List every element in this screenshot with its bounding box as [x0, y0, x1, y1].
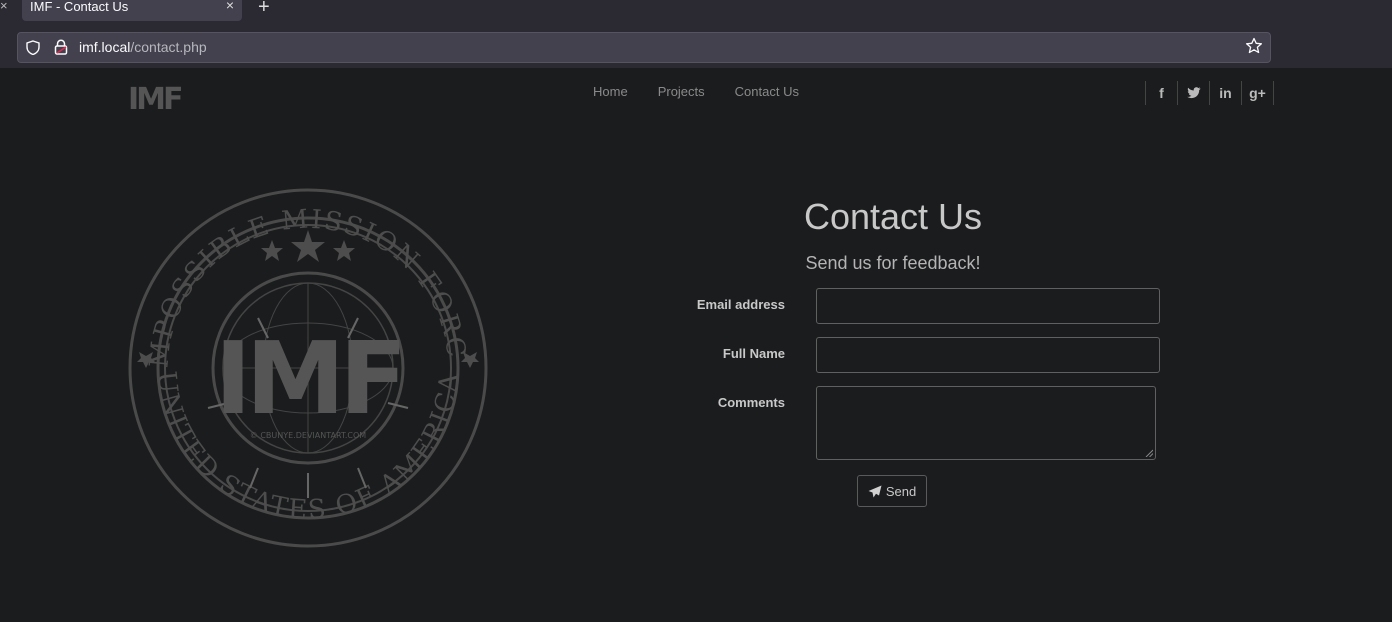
browser-toolbar: imf.local/contact.php [0, 26, 1392, 69]
twitter-icon[interactable] [1177, 81, 1209, 105]
emblem-watermark: © CBUNYE.DEVIANTART.COM [250, 431, 367, 440]
url-bar[interactable]: imf.local/contact.php [17, 32, 1271, 63]
main-nav: Home Projects Contact Us [593, 84, 829, 99]
site-page: IMF Home Projects Contact Us f in g+ IMP… [0, 68, 1392, 622]
nav-home[interactable]: Home [593, 84, 628, 99]
bookmark-star-icon[interactable] [1245, 37, 1263, 55]
resize-grip-icon[interactable] [1145, 449, 1153, 457]
comments-label: Comments [717, 395, 785, 410]
tab-title: IMF - Contact Us [30, 0, 129, 14]
new-tab-button[interactable]: + [258, 0, 270, 19]
paper-plane-icon [868, 485, 882, 497]
linkedin-icon[interactable]: in [1209, 81, 1241, 105]
tab-close-icon[interactable]: × [226, 0, 234, 13]
shield-icon[interactable] [26, 40, 40, 55]
facebook-icon[interactable]: f [1145, 81, 1177, 105]
url-path: /contact.php [130, 39, 207, 55]
prev-tab-close-icon[interactable]: × [0, 0, 12, 16]
social-links: f in g+ [1145, 81, 1274, 105]
send-button[interactable]: Send [857, 475, 927, 507]
tab-active[interactable]: IMF - Contact Us × [22, 0, 242, 21]
email-field[interactable] [816, 288, 1160, 324]
tab-strip: × IMF - Contact Us × + [0, 0, 1392, 26]
send-label: Send [885, 483, 917, 499]
nav-contact[interactable]: Contact Us [735, 84, 799, 99]
comments-textarea[interactable] [816, 386, 1156, 460]
emblem-center-text: IMF [214, 320, 401, 437]
page-subtitle: Send us for feedback! [805, 253, 981, 273]
email-label: Email address [696, 297, 785, 312]
lock-icon[interactable] [54, 39, 68, 55]
imf-emblem: IMPOSSIBLE MISSION FORCE UNITED STATES O… [128, 188, 488, 548]
page-title: Contact Us [803, 196, 983, 237]
google-plus-icon[interactable]: g+ [1241, 81, 1274, 105]
nav-projects[interactable]: Projects [658, 84, 705, 99]
url-host: imf.local [79, 39, 131, 55]
full-name-field[interactable] [816, 337, 1160, 373]
url-text[interactable]: imf.local/contact.php [79, 39, 207, 55]
site-logo[interactable]: IMF [128, 85, 184, 115]
full-name-label: Full Name [722, 346, 785, 361]
